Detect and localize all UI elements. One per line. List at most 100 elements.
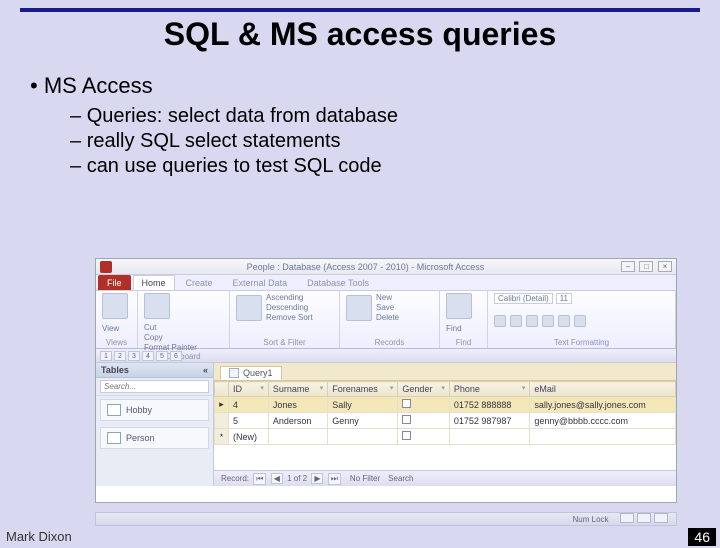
align-right-button[interactable] <box>574 315 586 327</box>
navigation-pane: Tables « Hobby Person <box>96 363 214 486</box>
paste-button-icon[interactable] <box>144 293 170 319</box>
qat-6[interactable]: 6 <box>170 351 182 361</box>
ribbon-group-find: Find Find <box>440 291 488 348</box>
tab-create[interactable]: Create <box>177 275 222 290</box>
cell-id-new[interactable]: (New) <box>229 429 269 445</box>
ribbon-tabs: File Home Create External Data Database … <box>96 275 676 291</box>
col-surname[interactable]: Surname▾ <box>268 382 327 397</box>
datasheet-view-button[interactable] <box>620 513 634 523</box>
refresh-all-button-icon[interactable] <box>346 295 372 321</box>
doc-tab-query1[interactable]: Query1 <box>220 366 282 380</box>
tab-file[interactable]: File <box>98 275 131 290</box>
sort-ascending-button[interactable]: Ascending <box>266 293 313 302</box>
sql-view-button[interactable] <box>637 513 651 523</box>
qat-1[interactable]: 1 <box>100 351 112 361</box>
row-selector[interactable]: ▸ <box>215 397 229 413</box>
cell-email[interactable]: genny@bbbb.cccc.com <box>530 413 676 429</box>
tab-database-tools[interactable]: Database Tools <box>298 275 378 290</box>
copy-button[interactable]: Copy <box>144 333 197 342</box>
cell-forenames[interactable]: Genny <box>328 413 398 429</box>
align-center-button[interactable] <box>558 315 570 327</box>
ribbon-group-sortfilter: Ascending Descending Remove Sort Sort & … <box>230 291 340 348</box>
bold-button[interactable] <box>494 315 506 327</box>
ribbon-group-views-label: Views <box>102 338 131 347</box>
cell-phone[interactable]: 01752 888888 <box>449 397 530 413</box>
window-titlebar: People : Database (Access 2007 - 2010) -… <box>96 259 676 275</box>
maximize-button[interactable]: □ <box>639 261 653 272</box>
qat-5[interactable]: 5 <box>156 351 168 361</box>
table-row[interactable]: ▸ 4 Jones Sally 01752 888888 sally.jones… <box>215 397 676 413</box>
underline-button[interactable] <box>526 315 538 327</box>
cell-surname[interactable]: Jones <box>268 397 327 413</box>
cell-phone[interactable]: 01752 987987 <box>449 413 530 429</box>
cell-email[interactable]: sally.jones@sally.jones.com <box>530 397 676 413</box>
qat-2[interactable]: 2 <box>114 351 126 361</box>
find-button-icon[interactable] <box>446 293 472 319</box>
save-record-button[interactable]: Save <box>376 303 399 312</box>
window-controls: – □ × <box>619 261 672 272</box>
align-left-button[interactable] <box>542 315 554 327</box>
qat-3[interactable]: 3 <box>128 351 140 361</box>
col-id[interactable]: ID▾ <box>229 382 269 397</box>
new-record-button[interactable]: New <box>376 293 399 302</box>
font-selector[interactable]: Calibri (Detail) <box>494 293 553 304</box>
cell-id[interactable]: 4 <box>229 397 269 413</box>
close-button[interactable]: × <box>658 261 672 272</box>
record-navigator: Record: ⏮ ◀ 1 of 2 ▶ ⏭ <box>220 473 342 485</box>
delete-record-button[interactable]: Delete <box>376 313 399 322</box>
italic-button[interactable] <box>510 315 522 327</box>
nav-item-label: Person <box>126 433 155 443</box>
cell-forenames[interactable]: Sally <box>328 397 398 413</box>
ribbon-group-textformat: Calibri (Detail) 11 Text Formatting <box>488 291 676 348</box>
sort-descending-button[interactable]: Descending <box>266 303 313 312</box>
bullet-sub-3: can use queries to test SQL code <box>70 155 720 178</box>
no-filter-indicator[interactable]: No Filter <box>350 474 380 483</box>
design-view-button[interactable] <box>654 513 668 523</box>
record-position: 1 of 2 <box>287 474 307 483</box>
prev-record-button[interactable]: ◀ <box>271 473 283 484</box>
nav-pane-header[interactable]: Tables « <box>96 363 213 378</box>
nav-item-hobby[interactable]: Hobby <box>100 399 209 421</box>
ribbon-group-sortfilter-label: Sort & Filter <box>236 338 333 347</box>
grid-search-label[interactable]: Search <box>388 474 413 483</box>
tab-external-data[interactable]: External Data <box>224 275 297 290</box>
table-row[interactable]: 5 Anderson Genny 01752 987987 genny@bbbb… <box>215 413 676 429</box>
tab-home[interactable]: Home <box>133 275 175 290</box>
minimize-button[interactable]: – <box>621 261 635 272</box>
nav-item-person[interactable]: Person <box>100 427 209 449</box>
chevron-collapse-icon[interactable]: « <box>203 365 208 375</box>
col-gender[interactable]: Gender▾ <box>398 382 449 397</box>
document-area: Query1 ID▾ Surname▾ Forenames▾ Gender▾ P… <box>214 363 676 486</box>
access-app-icon <box>100 261 112 273</box>
record-navigation-bar: Record: ⏮ ◀ 1 of 2 ▶ ⏭ No Filter Search <box>214 470 676 486</box>
qat-4[interactable]: 4 <box>142 351 154 361</box>
cut-button[interactable]: Cut <box>144 323 197 332</box>
checkbox-icon[interactable] <box>402 399 411 408</box>
cell-gender[interactable] <box>398 413 449 429</box>
row-selector[interactable] <box>215 413 229 429</box>
cell-gender[interactable] <box>398 397 449 413</box>
font-size-selector[interactable]: 11 <box>556 293 572 304</box>
last-record-button[interactable]: ⏭ <box>328 473 341 485</box>
doc-tab-label: Query1 <box>243 368 273 378</box>
bullet-sub-1: Queries: select data from database <box>70 105 720 128</box>
nav-search-input[interactable] <box>100 380 209 393</box>
col-phone[interactable]: Phone▾ <box>449 382 530 397</box>
checkbox-icon[interactable] <box>402 415 411 424</box>
col-forenames[interactable]: Forenames▾ <box>328 382 398 397</box>
next-record-button[interactable]: ▶ <box>311 473 323 484</box>
row-selector-header[interactable] <box>215 382 229 397</box>
view-button-icon[interactable] <box>102 293 128 319</box>
cell-id[interactable]: 5 <box>229 413 269 429</box>
remove-sort-button[interactable]: Remove Sort <box>266 313 313 322</box>
query-icon <box>229 368 239 378</box>
first-record-button[interactable]: ⏮ <box>253 473 266 485</box>
cell-surname[interactable]: Anderson <box>268 413 327 429</box>
filter-button-icon[interactable] <box>236 295 262 321</box>
checkbox-icon[interactable] <box>402 431 411 440</box>
datasheet-grid[interactable]: ID▾ Surname▾ Forenames▾ Gender▾ Phone▾ e… <box>214 381 676 470</box>
new-record-row[interactable]: * (New) <box>215 429 676 445</box>
col-email[interactable]: eMail <box>530 382 676 397</box>
bullet-main: MS Access <box>30 73 720 99</box>
view-button-label: View <box>102 324 131 333</box>
